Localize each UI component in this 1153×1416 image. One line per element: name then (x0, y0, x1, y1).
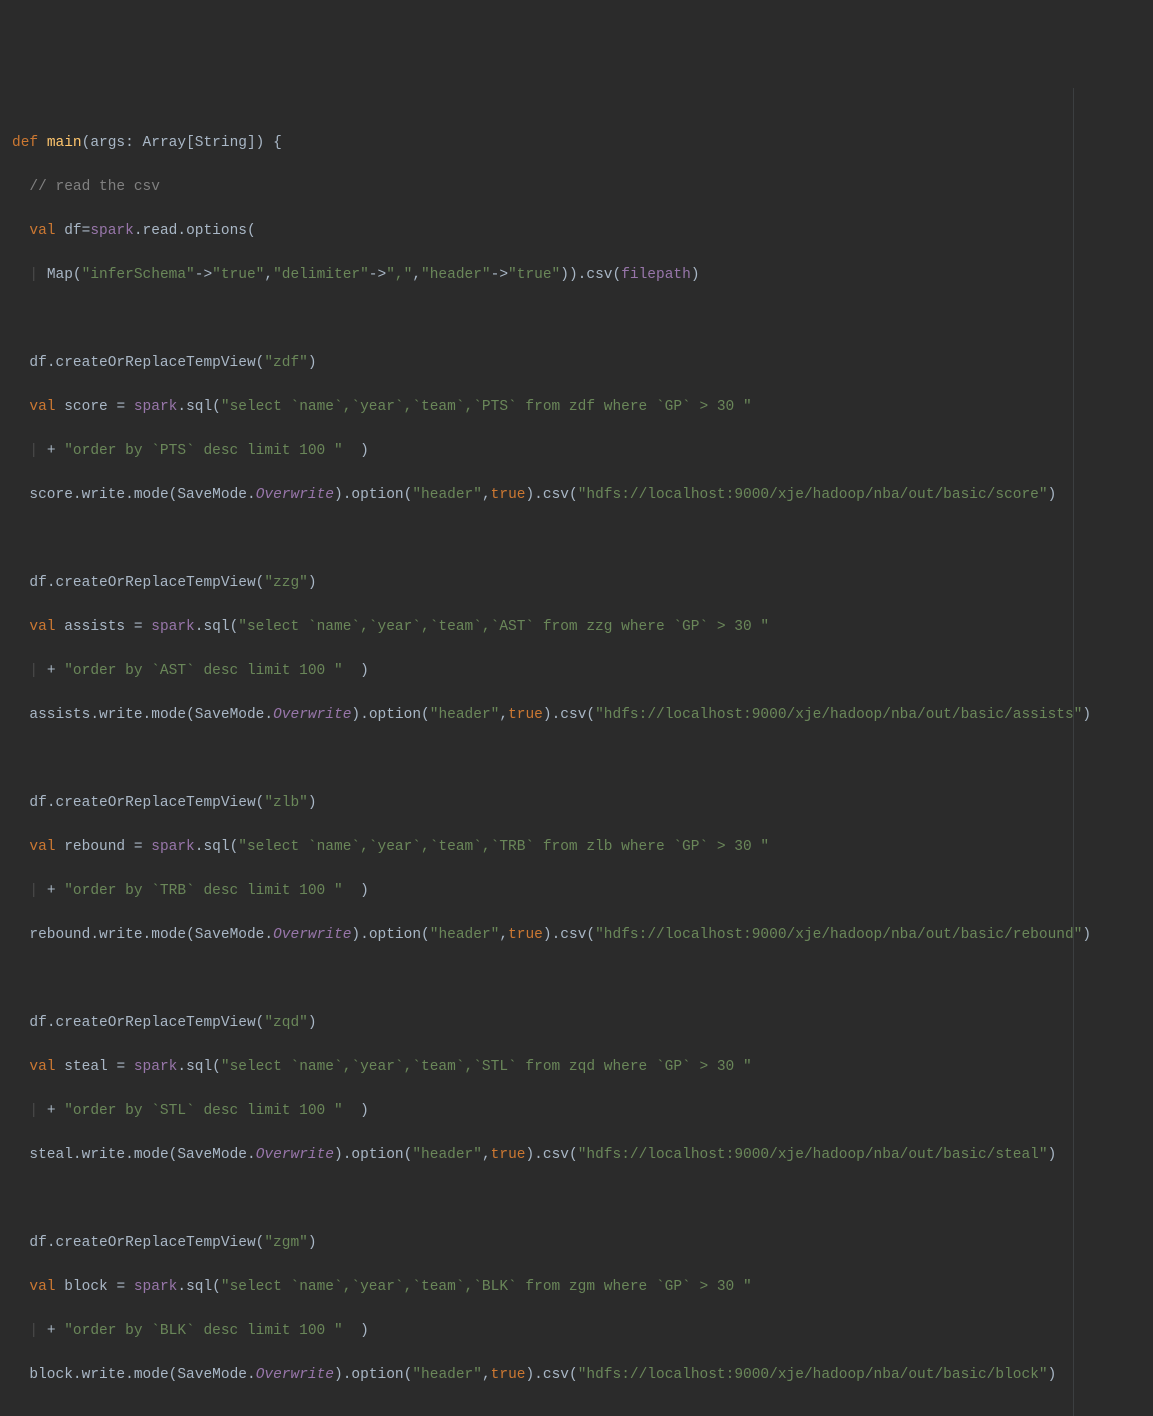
code-line: block.write.mode(SaveMode.Overwrite).opt… (12, 1364, 1141, 1386)
code-line: | + "order by `STL` desc limit 100 " ) (12, 1100, 1141, 1122)
code-line: // read the csv (12, 176, 1141, 198)
code-line: rebound.write.mode(SaveMode.Overwrite).o… (12, 924, 1141, 946)
code-line: | + "order by `PTS` desc limit 100 " ) (12, 440, 1141, 462)
code-line: df.createOrReplaceTempView("zqd") (12, 1012, 1141, 1034)
code-line: df.createOrReplaceTempView("zlb") (12, 792, 1141, 814)
code-line (12, 1408, 1141, 1416)
code-line: | Map("inferSchema"->"true","delimiter"-… (12, 264, 1141, 286)
code-line: val steal = spark.sql("select `name`,`ye… (12, 1056, 1141, 1078)
code-line (12, 968, 1141, 990)
right-margin-guide (1073, 88, 1074, 1416)
code-line: steal.write.mode(SaveMode.Overwrite).opt… (12, 1144, 1141, 1166)
code-line: val score = spark.sql("select `name`,`ye… (12, 396, 1141, 418)
keyword-def: def (12, 135, 38, 151)
code-line: | + "order by `TRB` desc limit 100 " ) (12, 880, 1141, 902)
code-line: val df=spark.read.options( (12, 220, 1141, 242)
comment: // read the csv (29, 179, 160, 195)
code-line: | + "order by `AST` desc limit 100 " ) (12, 660, 1141, 682)
code-line: df.createOrReplaceTempView("zdf") (12, 352, 1141, 374)
code-line (12, 1188, 1141, 1210)
code-line: def main(args: Array[String]) { (12, 132, 1141, 154)
code-line: | + "order by `BLK` desc limit 100 " ) (12, 1320, 1141, 1342)
code-line: val block = spark.sql("select `name`,`ye… (12, 1276, 1141, 1298)
code-line: val assists = spark.sql("select `name`,`… (12, 616, 1141, 638)
code-line (12, 748, 1141, 770)
function-name: main (47, 135, 82, 151)
code-editor[interactable]: def main(args: Array[String]) { // read … (0, 88, 1153, 1416)
code-line (12, 528, 1141, 550)
code-line: score.write.mode(SaveMode.Overwrite).opt… (12, 484, 1141, 506)
code-line: df.createOrReplaceTempView("zgm") (12, 1232, 1141, 1254)
code-line (12, 308, 1141, 330)
code-line: val rebound = spark.sql("select `name`,`… (12, 836, 1141, 858)
code-line: assists.write.mode(SaveMode.Overwrite).o… (12, 704, 1141, 726)
code-line: df.createOrReplaceTempView("zzg") (12, 572, 1141, 594)
